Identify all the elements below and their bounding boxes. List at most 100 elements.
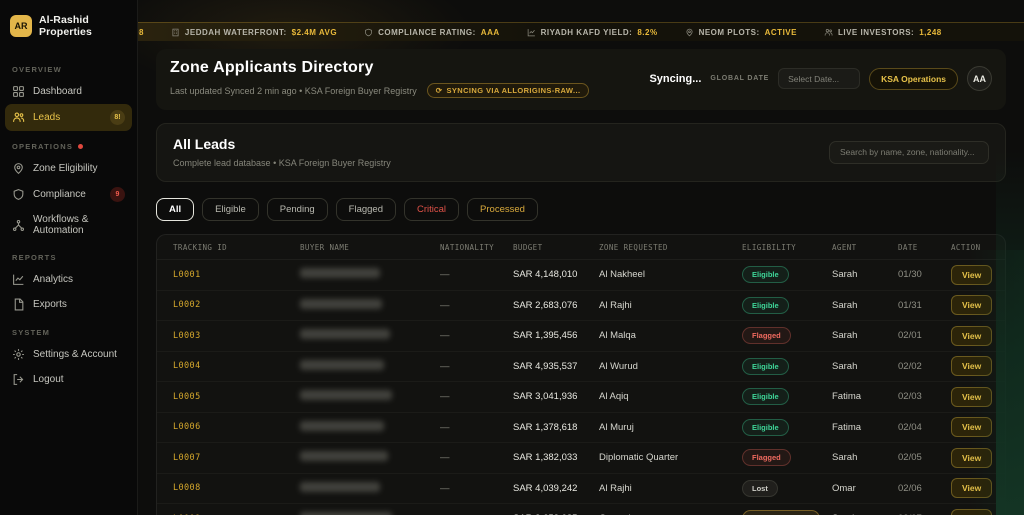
sidebar-item-workflows[interactable]: Workflows & Automation bbox=[0, 208, 137, 242]
filter-critical[interactable]: Critical bbox=[404, 198, 459, 221]
buyer-name-blur bbox=[300, 390, 392, 400]
sidebar-item-label: Compliance bbox=[33, 189, 86, 200]
view-button[interactable]: View bbox=[951, 387, 992, 407]
view-button[interactable]: View bbox=[951, 356, 992, 376]
search-input[interactable] bbox=[829, 141, 989, 164]
cell-buyer-name bbox=[300, 329, 440, 342]
leads-panel-title: All Leads bbox=[173, 136, 391, 152]
table-row[interactable]: L0001 — SAR 4,148,010 Al Nakheel Eligibl… bbox=[157, 260, 1005, 291]
cell-date: 02/05 bbox=[898, 452, 951, 463]
table-row[interactable]: L0003 — SAR 1,395,456 Al Malqa Flagged S… bbox=[157, 321, 1005, 352]
leads-panel-subtitle: Complete lead database • KSA Foreign Buy… bbox=[173, 158, 391, 168]
leads-panel-left: All Leads Complete lead database • KSA F… bbox=[173, 136, 391, 168]
view-button[interactable]: View bbox=[951, 478, 992, 498]
table-row[interactable]: L0006 — SAR 1,378,618 Al Muruj Eligible … bbox=[157, 413, 1005, 444]
cell-agent: Sarah bbox=[832, 300, 898, 311]
cell-zone: Diplomatic Quarter bbox=[599, 452, 742, 463]
file-icon bbox=[12, 298, 25, 311]
last-updated-text: Last updated Synced 2 min ago • KSA Fore… bbox=[170, 86, 417, 96]
table-row[interactable]: L0005 — SAR 3,041,936 Al Aqiq Eligible F… bbox=[157, 382, 1005, 413]
table-row[interactable]: L0004 — SAR 4,935,537 Al Wurud Eligible … bbox=[157, 352, 1005, 383]
cell-buyer-name bbox=[300, 360, 440, 373]
view-button[interactable]: View bbox=[951, 326, 992, 346]
page-header-right: Syncing... GLOBAL DATE KSA Operations AA bbox=[649, 66, 992, 91]
view-button[interactable]: View bbox=[951, 448, 992, 468]
avatar[interactable]: AA bbox=[967, 66, 992, 91]
cell-budget: SAR 1,382,033 bbox=[513, 452, 599, 463]
view-button[interactable]: View bbox=[951, 295, 992, 315]
status-badge: Eligible bbox=[742, 358, 789, 375]
filter-flagged[interactable]: Flagged bbox=[336, 198, 396, 221]
cell-nationality: — bbox=[440, 330, 513, 341]
ticker-value: AAA bbox=[481, 28, 500, 37]
cell-date: 02/06 bbox=[898, 483, 951, 494]
cell-budget: SAR 3,041,936 bbox=[513, 391, 599, 402]
filter-pending[interactable]: Pending bbox=[267, 198, 328, 221]
cell-tracking-id: L0006 bbox=[173, 422, 300, 432]
filter-all[interactable]: All bbox=[156, 198, 194, 221]
main-area: 08 JEDDAH WATERFRONT: $2.4M AVG COMPLIAN… bbox=[138, 0, 1024, 515]
ticker-partial-value: 08 bbox=[138, 28, 144, 37]
sidebar-item-leads[interactable]: Leads 8! bbox=[5, 104, 132, 131]
filter-eligible[interactable]: Eligible bbox=[202, 198, 259, 221]
cell-nationality: — bbox=[440, 391, 513, 402]
section-operations: OPERATIONS bbox=[0, 131, 137, 156]
sidebar: AR Al-Rashid Properties OVERVIEW Dashboa… bbox=[0, 0, 138, 515]
sidebar-item-dashboard[interactable]: Dashboard bbox=[0, 79, 137, 104]
cell-tracking-id: L0002 bbox=[173, 300, 300, 310]
cell-tracking-id: L0008 bbox=[173, 483, 300, 493]
table-row[interactable]: L0007 — SAR 1,382,033 Diplomatic Quarter… bbox=[157, 443, 1005, 474]
cell-agent: Sarah bbox=[832, 269, 898, 280]
col-eligibility: ELIGIBILITY bbox=[742, 243, 832, 252]
cell-tracking-id: L0001 bbox=[173, 270, 300, 280]
col-budget: BUDGET bbox=[513, 243, 599, 252]
ticker-item-jeddah: JEDDAH WATERFRONT: $2.4M AVG bbox=[171, 28, 337, 37]
view-button[interactable]: View bbox=[951, 417, 992, 437]
sync-badge-label: SYNCING VIA ALLORIGINS-RAW... bbox=[446, 86, 580, 95]
cell-tracking-id: L0005 bbox=[173, 392, 300, 402]
logout-icon bbox=[12, 373, 25, 386]
compliance-count-badge: 9 bbox=[110, 187, 125, 202]
syncing-status: Syncing... bbox=[649, 73, 701, 85]
col-tracking-id: TRACKING ID bbox=[173, 243, 300, 252]
leads-count-badge: 8! bbox=[110, 110, 125, 125]
view-button[interactable]: View bbox=[951, 509, 992, 515]
status-badge: Eligible bbox=[742, 388, 789, 405]
all-leads-panel: All Leads Complete lead database • KSA F… bbox=[156, 123, 1006, 182]
ticker-label: COMPLIANCE RATING: bbox=[378, 28, 476, 37]
cell-date: 02/04 bbox=[898, 422, 951, 433]
filter-processed[interactable]: Processed bbox=[467, 198, 538, 221]
table-row[interactable]: L0002 — SAR 2,683,076 Al Rajhi Eligible … bbox=[157, 291, 1005, 322]
sidebar-item-compliance[interactable]: Compliance 9 bbox=[0, 181, 137, 208]
page-header: Zone Applicants Directory Last updated S… bbox=[156, 49, 1006, 110]
table-row[interactable]: L0009 — SAR 3,652,085 Granada Pending Re… bbox=[157, 504, 1005, 515]
sidebar-item-analytics[interactable]: Analytics bbox=[0, 267, 137, 292]
buyer-name-blur bbox=[300, 451, 388, 461]
ksa-operations-button[interactable]: KSA Operations bbox=[869, 68, 958, 90]
col-zone-requested: ZONE REQUESTED bbox=[599, 243, 742, 252]
global-date-label: GLOBAL DATE bbox=[710, 75, 769, 82]
cell-budget: SAR 4,039,242 bbox=[513, 483, 599, 494]
brand-header: AR Al-Rashid Properties bbox=[0, 10, 137, 54]
cell-buyer-name bbox=[300, 299, 440, 312]
cell-tracking-id: L0004 bbox=[173, 361, 300, 371]
pin-icon bbox=[12, 162, 25, 175]
cell-date: 01/31 bbox=[898, 300, 951, 311]
cell-buyer-name bbox=[300, 421, 440, 434]
sidebar-item-zone-eligibility[interactable]: Zone Eligibility bbox=[0, 156, 137, 181]
cell-agent: Sarah bbox=[832, 361, 898, 372]
section-overview: OVERVIEW bbox=[0, 54, 137, 79]
cell-nationality: — bbox=[440, 269, 513, 280]
sidebar-item-exports[interactable]: Exports bbox=[0, 292, 137, 317]
global-date-input[interactable] bbox=[778, 68, 860, 89]
table-row[interactable]: L0008 — SAR 4,039,242 Al Rajhi Lost Omar… bbox=[157, 474, 1005, 505]
leads-table: TRACKING ID BUYER NAME NATIONALITY BUDGE… bbox=[156, 234, 1006, 515]
gear-icon bbox=[12, 348, 25, 361]
sidebar-item-settings[interactable]: Settings & Account bbox=[0, 342, 137, 367]
shield-icon bbox=[364, 28, 373, 37]
status-badge: Pending Review bbox=[742, 510, 820, 515]
buyer-name-blur bbox=[300, 299, 382, 309]
sidebar-item-logout[interactable]: Logout bbox=[0, 367, 137, 392]
sync-source-badge[interactable]: ⟳ SYNCING VIA ALLORIGINS-RAW... bbox=[427, 83, 590, 98]
view-button[interactable]: View bbox=[951, 265, 992, 285]
